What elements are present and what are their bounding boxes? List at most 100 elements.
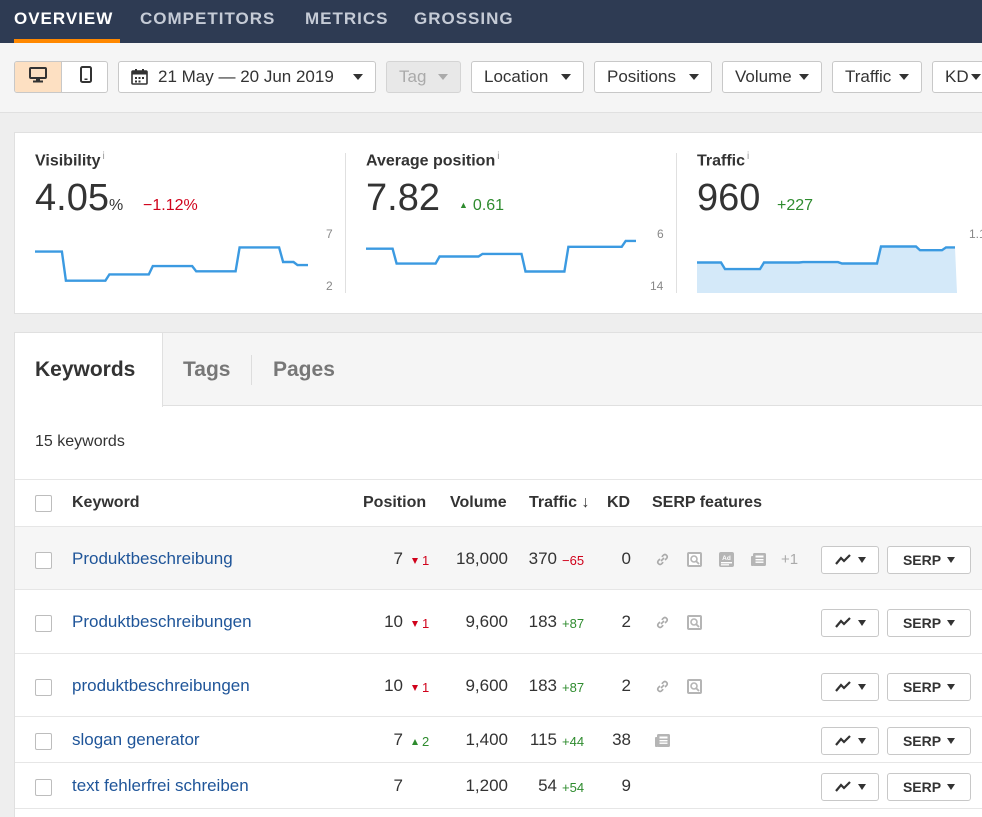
image-icon[interactable]: [685, 677, 703, 695]
volume-value: 1,200: [465, 776, 508, 795]
kd-value: 38: [612, 730, 631, 749]
position-history-button[interactable]: [821, 546, 879, 574]
avg-position-axis-worst: 14: [650, 279, 664, 293]
serp-features: [653, 613, 703, 631]
link-icon[interactable]: [653, 550, 671, 568]
more-serp-features[interactable]: +1: [781, 551, 798, 568]
info-icon[interactable]: i: [747, 151, 749, 162]
chevron-down-icon: [353, 74, 363, 80]
kd-dropdown[interactable]: KD: [932, 61, 982, 93]
calendar-icon: [131, 69, 148, 85]
keywords-panel: Keywords Tags Pages 15 keywords Keyword …: [14, 332, 982, 817]
serp-button-label: SERP: [902, 779, 942, 795]
select-all-checkbox[interactable]: [35, 495, 52, 512]
chevron-down-icon: [857, 557, 866, 563]
keyword-link[interactable]: produktbeschreibungen: [72, 676, 250, 696]
link-icon[interactable]: [653, 613, 671, 631]
tab-pages[interactable]: Pages: [273, 333, 335, 406]
mobile-button[interactable]: [62, 62, 107, 92]
row-checkbox[interactable]: [35, 679, 52, 696]
position-change-value: 1: [422, 553, 430, 568]
row-checkbox[interactable]: [35, 615, 52, 632]
desktop-button[interactable]: [15, 62, 62, 92]
table-row: Produktbeschreibung 7 1 18,000 370 −65 0 Ad +1 S…: [15, 527, 982, 590]
position-history-button[interactable]: [821, 773, 879, 801]
keyword-link[interactable]: slogan generator: [72, 730, 200, 750]
col-serp-features[interactable]: SERP features: [652, 494, 762, 512]
col-kd[interactable]: KD: [607, 494, 630, 512]
tab-keywords[interactable]: Keywords: [15, 333, 163, 407]
position-change-value: 1: [422, 680, 430, 695]
position-value: 7: [393, 776, 403, 795]
serp-button-label: SERP: [902, 552, 942, 568]
traffic-dropdown[interactable]: Traffic: [832, 61, 922, 93]
nav-competitors[interactable]: COMPETITORS: [140, 9, 275, 29]
ad-icon[interactable]: Ad: [717, 550, 735, 568]
link-icon[interactable]: [653, 677, 671, 695]
trend-chart-icon: [834, 735, 852, 747]
visibility-value: 4.05%: [35, 177, 123, 220]
info-icon[interactable]: i: [497, 151, 499, 162]
serp-button[interactable]: SERP: [887, 773, 971, 801]
table-row: slogan generator 7 2 1,400 115 +44 38 SERP: [15, 717, 982, 763]
location-dropdown[interactable]: Location: [471, 61, 584, 93]
tag-dropdown[interactable]: Tag: [386, 61, 461, 93]
traffic-value: 960: [697, 177, 761, 219]
sparkline-line: [366, 239, 636, 273]
chevron-down-icon: [857, 684, 866, 690]
traffic-value: 183: [528, 676, 557, 695]
keyword-link[interactable]: Produktbeschreibung: [72, 549, 233, 569]
serp-button-label: SERP: [902, 679, 942, 695]
nav-grossing[interactable]: GROSSING: [414, 9, 514, 29]
avg-position-value: 7.82: [366, 177, 440, 219]
image-icon[interactable]: [685, 613, 703, 631]
chevron-down-icon: [689, 74, 699, 80]
position-value: 7: [393, 730, 403, 749]
chevron-down-icon: [857, 738, 866, 744]
table-header: Keyword Position Volume Traffic ↓ KD SER…: [15, 479, 982, 527]
nav-metrics[interactable]: METRICS: [305, 9, 389, 29]
kd-value: 9: [621, 776, 631, 795]
avg-position-sparkline: [366, 239, 636, 273]
chevron-down-icon: [561, 74, 571, 80]
row-checkbox[interactable]: [35, 733, 52, 750]
chevron-down-icon: [947, 620, 956, 626]
avg-position-title: Average position i: [366, 151, 499, 170]
keyword-link[interactable]: Produktbeschreibungen: [72, 612, 252, 632]
col-volume[interactable]: Volume: [450, 494, 507, 512]
svg-text:Ad: Ad: [722, 555, 731, 562]
down-triangle-icon: [412, 558, 418, 564]
chevron-down-icon: [947, 738, 956, 744]
position-history-button[interactable]: [821, 609, 879, 637]
serp-button[interactable]: SERP: [887, 673, 971, 701]
nav-overview[interactable]: OVERVIEW: [14, 9, 113, 29]
news-icon[interactable]: [749, 550, 767, 568]
row-checkbox[interactable]: [35, 779, 52, 796]
news-icon[interactable]: [653, 731, 671, 749]
traffic-title-text: Traffic: [697, 152, 746, 170]
col-position[interactable]: Position: [363, 494, 426, 512]
col-traffic[interactable]: Traffic ↓: [529, 494, 589, 512]
serp-button[interactable]: SERP: [887, 546, 971, 574]
position-change: 1: [412, 680, 429, 695]
row-checkbox[interactable]: [35, 552, 52, 569]
trend-chart-icon: [834, 554, 852, 566]
col-keyword[interactable]: Keyword: [72, 494, 140, 512]
image-icon[interactable]: [685, 550, 703, 568]
position-value: 10: [384, 676, 403, 695]
position-history-button[interactable]: [821, 727, 879, 755]
keyword-link[interactable]: text fehlerfrei schreiben: [72, 776, 249, 796]
serp-features: [653, 731, 671, 749]
date-range-dropdown[interactable]: 21 May — 20 Jun 2019: [118, 61, 376, 93]
tab-tags[interactable]: Tags: [183, 333, 230, 406]
volume-dropdown[interactable]: Volume: [722, 61, 822, 93]
position-history-button[interactable]: [821, 673, 879, 701]
serp-button[interactable]: SERP: [887, 727, 971, 755]
info-icon[interactable]: i: [103, 151, 105, 162]
visibility-number: 4.05: [35, 177, 109, 219]
position-change-value: 2: [422, 734, 430, 749]
kd-value: 2: [621, 676, 631, 695]
filter-toolbar: 21 May — 20 Jun 2019 Tag Location Positi…: [0, 43, 982, 113]
positions-dropdown[interactable]: Positions: [594, 61, 712, 93]
serp-button[interactable]: SERP: [887, 609, 971, 637]
